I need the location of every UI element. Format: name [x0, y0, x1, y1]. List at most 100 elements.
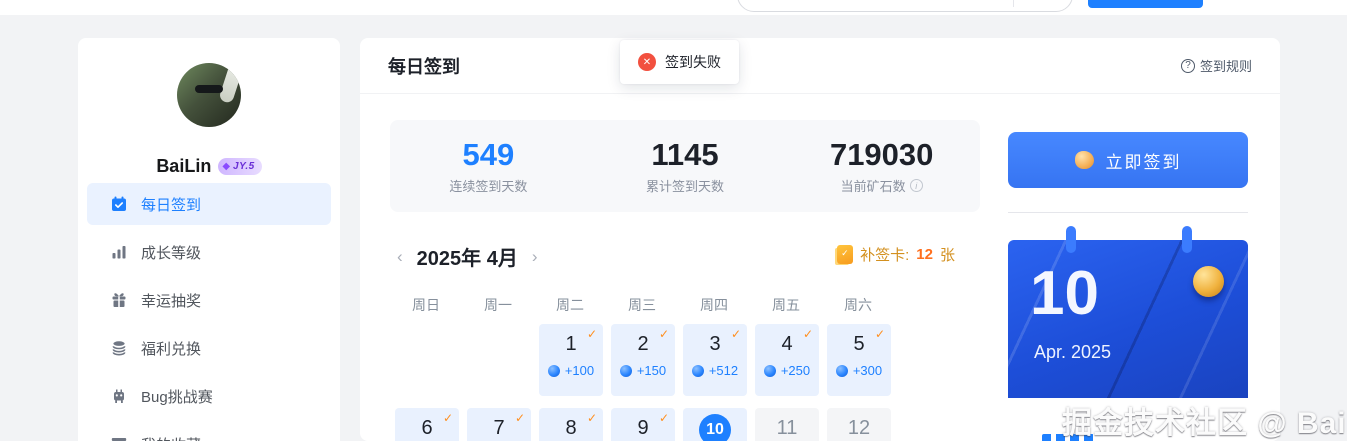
bonus-amount: +100 — [565, 363, 594, 378]
stat-value: 549 — [390, 137, 587, 173]
calendar: 周日周一周二周三周四周五周六 1+100✓2+150✓3+512✓4+250✓5… — [390, 286, 898, 324]
calendar-day-9[interactable]: 9✓ — [611, 408, 675, 441]
stat-value: 719030 — [783, 137, 980, 173]
calendar-day-11[interactable]: 11 — [755, 408, 819, 441]
date-poster-card: 10 Apr. 2025 — [1008, 240, 1248, 398]
calendar-pin-icon — [1182, 226, 1192, 253]
sidebar-menu: 每日签到成长等级幸运抽奖福利兑换 Bug挑战赛我的收藏 — [87, 183, 331, 441]
sidebar-item-bug-challenge[interactable]: Bug挑战赛 — [87, 375, 331, 417]
weekday-header: 周日周一周二周三周四周五周六 — [390, 286, 898, 324]
divider — [1008, 212, 1248, 213]
makeup-card-label: 补签卡: — [860, 244, 909, 265]
toast-message: 签到失败 — [665, 52, 721, 72]
stat-block: 719030 当前矿石数 i — [783, 137, 980, 196]
checked-icon: ✓ — [731, 327, 741, 341]
bug-icon — [111, 388, 127, 404]
info-circle-icon[interactable]: i — [910, 179, 923, 192]
poster-day: 10 — [1030, 258, 1099, 329]
sidebar-item-my-collection[interactable]: 我的收藏 — [87, 423, 331, 441]
makeup-card-unit: 张 — [940, 244, 955, 265]
bonus-amount: +150 — [637, 363, 666, 378]
day-bonus: +512 — [683, 363, 747, 378]
calendar-day-2[interactable]: 2+150✓ — [611, 324, 675, 396]
next-month-icon[interactable]: › — [530, 248, 540, 265]
page-title: 每日签到 — [388, 53, 460, 79]
bonus-amount: +300 — [853, 363, 882, 378]
ore-icon — [764, 365, 776, 377]
gold-ball-icon — [1193, 266, 1224, 297]
makeup-card-counter[interactable]: 补签卡: 12 张 — [837, 244, 955, 265]
calendar-day-8[interactable]: 8✓ — [539, 408, 603, 441]
sidebar-item-label: 幸运抽奖 — [141, 290, 201, 311]
checkin-page: BaiLin ◆ JY.5 每日签到成长等级幸运抽奖福利兑换 Bug挑战赛我的收藏… — [0, 0, 1347, 441]
calendar-day-6[interactable]: 6✓ — [395, 408, 459, 441]
calendar-check-icon — [111, 196, 127, 212]
username: BaiLin — [156, 156, 211, 177]
toast-checkin-failed: ✕ 签到失败 — [620, 40, 739, 84]
level-badge-label: JY.5 — [233, 161, 255, 172]
stat-label-text: 当前矿石数 — [841, 176, 906, 195]
user-row: BaiLin ◆ JY.5 — [78, 156, 340, 177]
sidebar-item-daily-checkin[interactable]: 每日签到 — [87, 183, 331, 225]
stat-block: 1145累计签到天数 — [587, 137, 784, 196]
stat-block: 549 连续签到天数 — [390, 137, 587, 196]
day-number: 12 — [827, 417, 891, 440]
bonus-amount: +512 — [709, 363, 738, 378]
coins-icon — [111, 340, 127, 356]
sidebar-item-label: Bug挑战赛 — [141, 386, 213, 407]
ore-icon — [548, 365, 560, 377]
bonus-amount: +250 — [781, 363, 810, 378]
makeup-card-icon — [837, 245, 853, 264]
stat-label-text: 连续签到天数 — [449, 176, 527, 195]
poster-month-year: Apr. 2025 — [1034, 342, 1111, 363]
today-badge: 10 — [699, 414, 731, 441]
watermark: 掘金技术社区 @ BaiLin — [1062, 398, 1347, 441]
calendar-day-1[interactable]: 1+100✓ — [539, 324, 603, 396]
stat-label: 累计签到天数 — [587, 176, 784, 195]
search-input[interactable] — [737, 0, 1073, 12]
checkin-now-button[interactable]: 立即签到 — [1008, 132, 1248, 188]
right-column: 立即签到 10 Apr. 2025 — [1008, 38, 1248, 441]
day-bonus: +250 — [755, 363, 819, 378]
weekday-label: 周五 — [750, 286, 822, 324]
weekday-label: 周二 — [534, 286, 606, 324]
growth-chart-icon — [111, 244, 127, 260]
ore-icon — [692, 365, 704, 377]
calendar-nav: ‹ 2025年 4月 › — [395, 242, 540, 271]
sidebar-item-label: 福利兑换 — [141, 338, 201, 359]
calendar-day-10[interactable]: 10 — [683, 408, 747, 441]
checked-icon: ✓ — [515, 411, 525, 425]
calendar-day-12[interactable]: 12 — [827, 408, 891, 441]
day-bonus: +100 — [539, 363, 603, 378]
sidebar-item-growth-level[interactable]: 成长等级 — [87, 231, 331, 273]
makeup-card-count: 12 — [916, 246, 933, 263]
ore-icon — [620, 365, 632, 377]
sidebar-item-welfare-exchange[interactable]: 福利兑换 — [87, 327, 331, 369]
weekday-label: 周日 — [390, 286, 462, 324]
checked-icon: ✓ — [875, 327, 885, 341]
sidebar: BaiLin ◆ JY.5 每日签到成长等级幸运抽奖福利兑换 Bug挑战赛我的收藏 — [78, 38, 340, 441]
box-icon — [111, 436, 127, 441]
checked-icon: ✓ — [659, 327, 669, 341]
checked-icon: ✓ — [587, 411, 597, 425]
calendar-day-3[interactable]: 3+512✓ — [683, 324, 747, 396]
day-bonus: +150 — [611, 363, 675, 378]
topbar-primary-button[interactable] — [1088, 0, 1203, 8]
stats-panel: 549 连续签到天数 1145累计签到天数719030 当前矿石数 i — [390, 120, 980, 212]
level-badge: ◆ JY.5 — [218, 158, 261, 175]
error-circle-icon: ✕ — [638, 53, 656, 71]
calendar-day-5[interactable]: 5+300✓ — [827, 324, 891, 396]
checked-icon: ✓ — [587, 327, 597, 341]
avatar[interactable] — [177, 63, 241, 127]
daily-checkin-card: 每日签到 ? 签到规则 ✕ 签到失败 549连续签到天数1145累计签到天数71… — [360, 38, 1280, 441]
weekday-label: 周四 — [678, 286, 750, 324]
calendar-day-7[interactable]: 7✓ — [467, 408, 531, 441]
sidebar-item-lucky-draw[interactable]: 幸运抽奖 — [87, 279, 331, 321]
sidebar-item-label: 成长等级 — [141, 242, 201, 263]
sidebar-item-label: 我的收藏 — [141, 434, 201, 441]
diamond-icon: ◆ — [222, 162, 230, 172]
calendar-day-4[interactable]: 4+250✓ — [755, 324, 819, 396]
day-number: 11 — [755, 417, 819, 440]
top-bar — [0, 0, 1347, 15]
prev-month-icon[interactable]: ‹ — [395, 248, 405, 265]
